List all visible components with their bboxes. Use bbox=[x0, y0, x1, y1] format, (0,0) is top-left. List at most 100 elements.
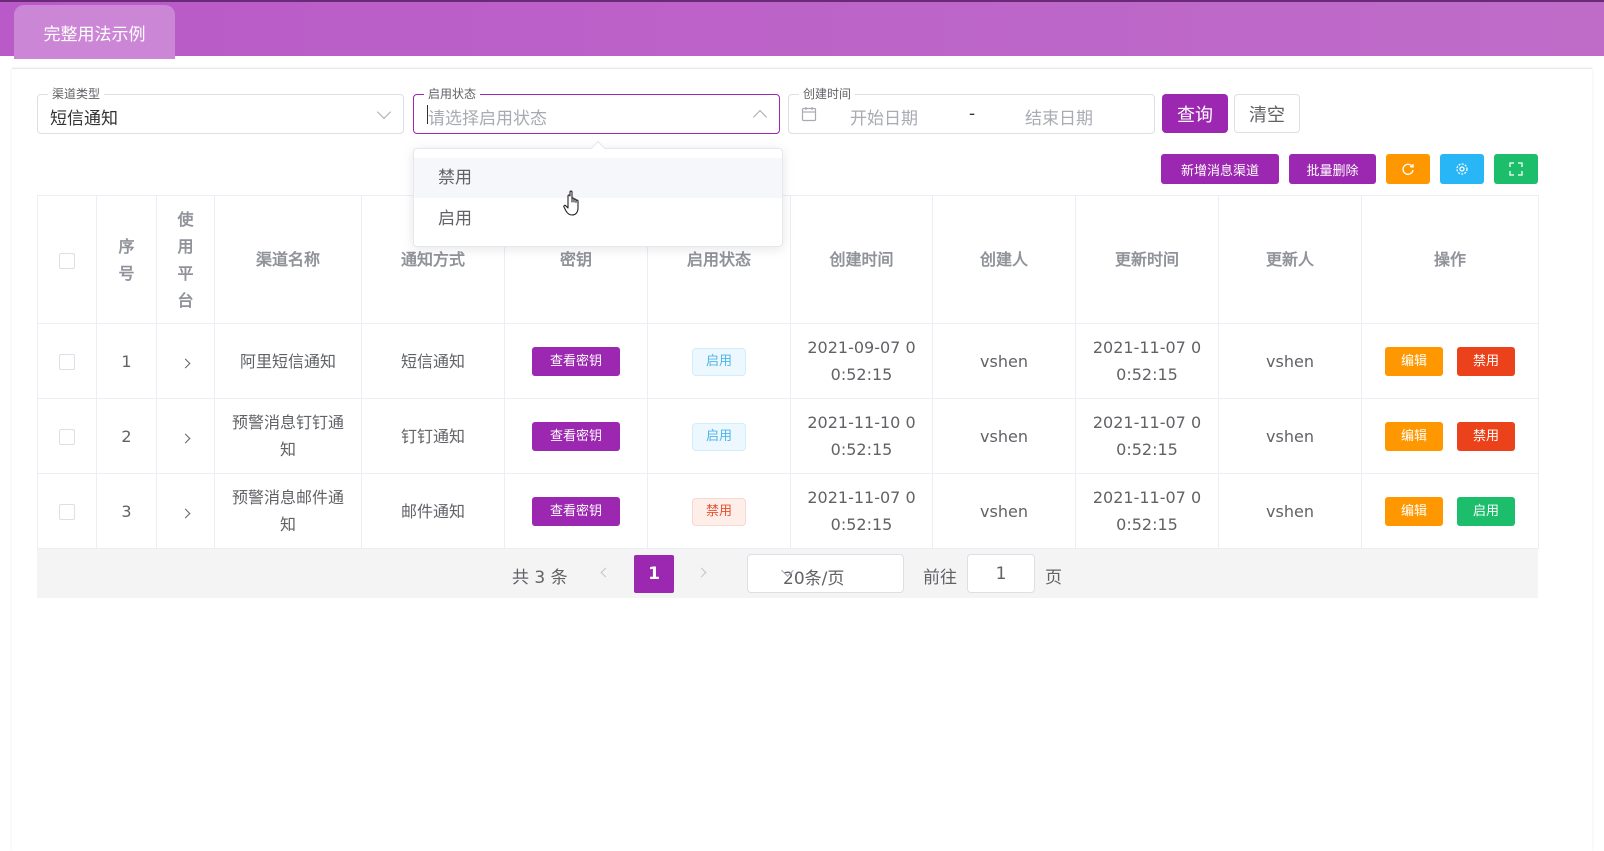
table-row: 2 预警消息钉钉通知 钉钉通知 查看密钥 启用 2021-11-10 00:52… bbox=[37, 398, 1539, 474]
notify-method-cell: 邮件通知 bbox=[361, 473, 505, 549]
updated-time-cell: 2021-11-07 00:52:15 bbox=[1075, 473, 1219, 549]
chevron-right-icon[interactable] bbox=[180, 433, 191, 443]
view-key-button[interactable]: 查看密钥 bbox=[532, 497, 620, 526]
notify-method-cell: 钉钉通知 bbox=[361, 398, 505, 474]
fullscreen-icon bbox=[1509, 162, 1523, 176]
row-checkbox[interactable] bbox=[59, 504, 75, 520]
dropdown-option-disabled[interactable]: 禁用 bbox=[414, 158, 782, 198]
key-cell: 查看密钥 bbox=[504, 473, 648, 549]
status-badge: 禁用 bbox=[692, 498, 746, 526]
row-checkbox[interactable] bbox=[59, 354, 75, 370]
status-dropdown: 禁用 启用 bbox=[413, 140, 783, 247]
status-cell: 启用 bbox=[647, 398, 791, 474]
hand-cursor-icon bbox=[563, 190, 579, 216]
edit-button[interactable]: 编辑 bbox=[1385, 422, 1443, 451]
created-time-range-picker[interactable]: 创建时间 开始日期 - 结束日期 bbox=[788, 86, 1155, 134]
actions-cell: 编辑 禁用 bbox=[1361, 323, 1539, 399]
view-key-button[interactable]: 查看密钥 bbox=[532, 422, 620, 451]
dropdown-option-enabled[interactable]: 启用 bbox=[414, 199, 782, 239]
gear-icon bbox=[1456, 163, 1468, 175]
calendar-icon bbox=[801, 107, 817, 122]
goto-page-input[interactable]: 1 bbox=[967, 554, 1035, 593]
status-badge: 启用 bbox=[692, 423, 746, 451]
page-size-value: 20条/页 bbox=[783, 569, 845, 589]
chevron-left-icon[interactable] bbox=[600, 567, 611, 578]
page-unit-label: 页 bbox=[1045, 568, 1062, 588]
tab-full-example[interactable]: 完整用法示例 bbox=[14, 5, 175, 59]
created-time-label: 创建时间 bbox=[799, 86, 856, 102]
edit-button[interactable]: 编辑 bbox=[1385, 497, 1443, 526]
row-checkbox[interactable] bbox=[59, 429, 75, 445]
creator-cell: vshen bbox=[932, 323, 1076, 399]
disable-button[interactable]: 禁用 bbox=[1457, 422, 1515, 451]
key-cell: 查看密钥 bbox=[504, 398, 648, 474]
settings-button[interactable] bbox=[1440, 154, 1484, 184]
column-header: 创建时间 bbox=[790, 195, 933, 324]
created-time-cell: 2021-11-10 00:52:15 bbox=[790, 398, 933, 474]
column-header: 渠道名称 bbox=[214, 195, 362, 324]
disable-button[interactable]: 禁用 bbox=[1457, 347, 1515, 376]
column-header: 序号 bbox=[96, 195, 157, 324]
notify-method-cell: 短信通知 bbox=[361, 323, 505, 399]
actions-cell: 编辑 启用 bbox=[1361, 473, 1539, 549]
creator-cell: vshen bbox=[932, 473, 1076, 549]
fullscreen-button[interactable] bbox=[1494, 154, 1538, 184]
channel-type-select[interactable]: 渠道类型 短信通知 bbox=[37, 86, 404, 134]
total-count: 共 3 条 bbox=[512, 568, 568, 588]
status-placeholder: 请选择启用状态 bbox=[428, 109, 547, 129]
updated-time-cell: 2021-11-07 00:52:15 bbox=[1075, 398, 1219, 474]
status-badge: 启用 bbox=[692, 348, 746, 376]
chevron-right-icon[interactable] bbox=[696, 567, 707, 578]
view-key-button[interactable]: 查看密钥 bbox=[532, 347, 620, 376]
select-all-checkbox[interactable] bbox=[59, 252, 75, 269]
chevron-up-icon bbox=[752, 109, 768, 125]
end-date-placeholder[interactable]: 结束日期 bbox=[1025, 104, 1093, 129]
status-select[interactable]: 启用状态 请选择启用状态 bbox=[413, 86, 780, 134]
refresh-icon bbox=[1402, 163, 1414, 175]
channel-type-label: 渠道类型 bbox=[48, 86, 105, 102]
updater-cell: vshen bbox=[1218, 398, 1362, 474]
index-cell: 1 bbox=[96, 323, 157, 399]
enable-button[interactable]: 启用 bbox=[1457, 497, 1515, 526]
row-select-cell bbox=[37, 323, 97, 399]
channel-name-cell: 阿里短信通知 bbox=[214, 323, 362, 399]
channel-name-cell: 预警消息邮件通知 bbox=[214, 473, 362, 549]
expand-cell[interactable] bbox=[156, 473, 215, 549]
actions-cell: 编辑 禁用 bbox=[1361, 398, 1539, 474]
row-select-cell bbox=[37, 398, 97, 474]
channel-name-cell: 预警消息钉钉通知 bbox=[214, 398, 362, 474]
chevron-down-icon bbox=[376, 104, 392, 120]
page-number-current[interactable]: 1 bbox=[634, 555, 674, 593]
chevron-right-icon[interactable] bbox=[180, 358, 191, 368]
column-header: 创建人 bbox=[932, 195, 1076, 324]
page-size-select[interactable]: 20条/页 bbox=[747, 554, 904, 593]
pagination: 共 3 条 1 20条/页 前往 1 页 bbox=[37, 549, 1538, 598]
add-channel-button[interactable]: 新增消息渠道 bbox=[1161, 154, 1279, 184]
top-bar: 完整用法示例 bbox=[0, 0, 1604, 59]
updated-time-cell: 2021-11-07 00:52:15 bbox=[1075, 323, 1219, 399]
refresh-button[interactable] bbox=[1386, 154, 1430, 184]
chevron-right-icon[interactable] bbox=[180, 508, 191, 518]
expand-cell[interactable] bbox=[156, 398, 215, 474]
expand-cell[interactable] bbox=[156, 323, 215, 399]
status-cell: 启用 bbox=[647, 323, 791, 399]
start-date-placeholder[interactable]: 开始日期 bbox=[850, 104, 918, 129]
creator-cell: vshen bbox=[932, 398, 1076, 474]
clear-button[interactable]: 清空 bbox=[1234, 94, 1300, 133]
table-header-row: 序号 使用平台 渠道名称 通知方式 密钥 启用状态 创建时间 创建人 更新时间 … bbox=[37, 195, 1539, 324]
edit-button[interactable]: 编辑 bbox=[1385, 347, 1443, 376]
table-row: 1 阿里短信通知 短信通知 查看密钥 启用 2021-09-07 00:52:1… bbox=[37, 323, 1539, 399]
channel-table: 序号 使用平台 渠道名称 通知方式 密钥 启用状态 创建时间 创建人 更新时间 … bbox=[37, 195, 1539, 549]
channel-type-value: 短信通知 bbox=[50, 109, 118, 129]
table-row: 3 预警消息邮件通知 邮件通知 查看密钥 禁用 2021-11-07 00:52… bbox=[37, 473, 1539, 549]
key-cell: 查看密钥 bbox=[504, 323, 648, 399]
query-button[interactable]: 查询 bbox=[1162, 94, 1228, 133]
batch-delete-button[interactable]: 批量删除 bbox=[1289, 154, 1376, 184]
status-label: 启用状态 bbox=[424, 86, 481, 102]
status-cell: 禁用 bbox=[647, 473, 791, 549]
column-header: 操作 bbox=[1361, 195, 1539, 324]
updater-cell: vshen bbox=[1218, 473, 1362, 549]
index-cell: 2 bbox=[96, 398, 157, 474]
select-all-cell bbox=[37, 195, 97, 324]
column-header: 使用平台 bbox=[156, 195, 215, 324]
